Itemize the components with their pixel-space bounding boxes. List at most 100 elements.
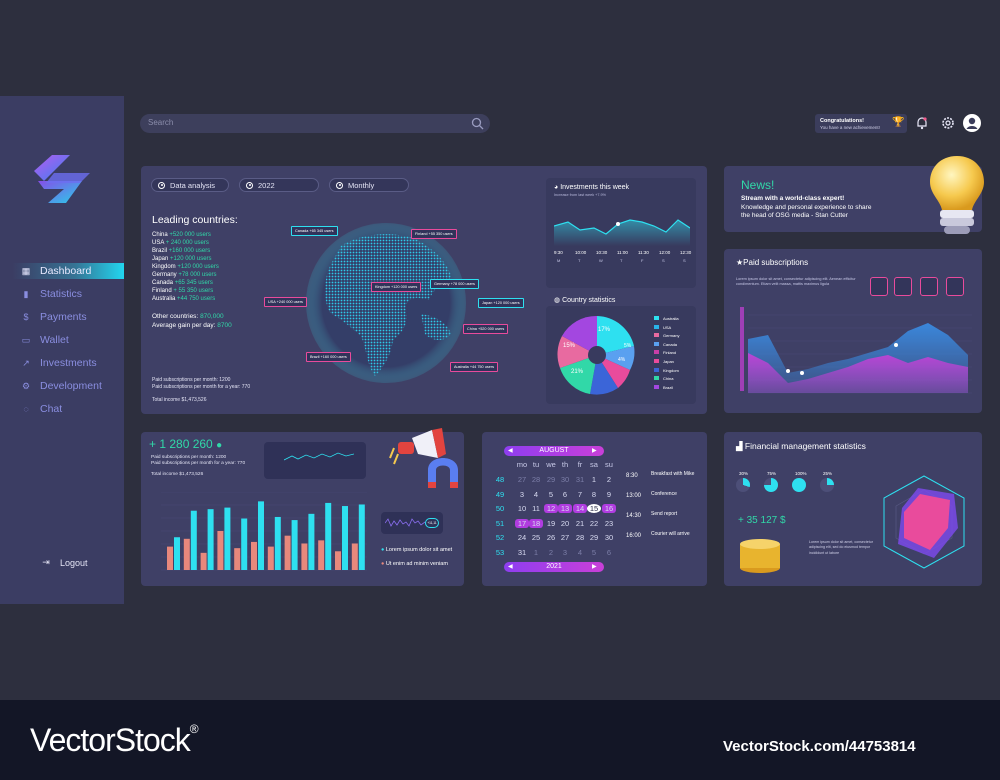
- calendar-day[interactable]: 12: [544, 504, 558, 514]
- calendar-day[interactable]: 6: [602, 548, 616, 557]
- leading-countries-title: Leading countries:: [152, 214, 238, 226]
- nav-development[interactable]: ⚙ Development: [20, 380, 102, 392]
- calendar-day[interactable]: 7: [573, 490, 587, 499]
- user-avatar-icon[interactable]: [963, 114, 981, 132]
- calendar-day[interactable]: 3: [515, 490, 529, 499]
- calendar-day[interactable]: 23: [602, 519, 616, 528]
- calendar-day[interactable]: 2: [602, 475, 616, 484]
- filter-label: Monthly: [348, 180, 375, 190]
- calendar-day[interactable]: 31: [515, 548, 529, 557]
- calendar-day[interactable]: 5: [587, 548, 601, 557]
- nav-investments[interactable]: ↗ Investments: [20, 357, 96, 369]
- calendar-day[interactable]: 22: [587, 519, 601, 528]
- logout-button[interactable]: ⇥ Logout: [40, 557, 88, 568]
- calendar-day[interactable]: 4: [529, 490, 543, 499]
- day-tick: W: [599, 258, 603, 263]
- calendar-day[interactable]: 28: [573, 533, 587, 542]
- nav-statistics[interactable]: ▮ Statistics: [20, 288, 83, 300]
- nav-payments[interactable]: $ Payments: [20, 311, 86, 323]
- calendar-day[interactable]: 18: [529, 518, 543, 528]
- nav-chat[interactable]: ◌ Chat: [20, 403, 62, 415]
- logout-label: Logout: [60, 557, 88, 568]
- calendar-day[interactable]: 25: [529, 533, 543, 542]
- filter-period[interactable]: Monthly: [329, 178, 409, 192]
- nav-wallet[interactable]: ▭ Wallet: [20, 334, 69, 346]
- calendar-day[interactable]: 29: [587, 533, 601, 542]
- stat-chip[interactable]: [946, 277, 964, 296]
- legend-swatch-icon: [654, 324, 659, 329]
- event-title[interactable]: Conference: [651, 491, 677, 497]
- calendar-day[interactable]: 1: [587, 475, 601, 484]
- calendar-day[interactable]: 17: [515, 518, 529, 528]
- time-tick: 10:00: [575, 250, 587, 255]
- globe-country-label: Kingdom +120 000 users: [371, 282, 422, 292]
- calendar-day[interactable]: 3: [558, 548, 572, 557]
- calendar-day[interactable]: 2: [544, 548, 558, 557]
- calendar-day[interactable]: 6: [558, 490, 572, 499]
- legend-dot-icon: ●: [381, 547, 385, 553]
- calendar-day[interactable]: 21: [573, 519, 587, 528]
- bar-series-1: [241, 518, 248, 570]
- calendar-day[interactable]: 20: [558, 519, 572, 528]
- sidebar: [0, 96, 124, 604]
- legend-swatch-icon: [654, 384, 659, 389]
- average-gain: Average gain per day: 8700: [152, 322, 232, 329]
- calendar-day[interactable]: 10: [515, 504, 529, 513]
- stat-chip[interactable]: [920, 277, 938, 296]
- paid-per-month: Paid subscriptions per month: 1200: [152, 377, 231, 383]
- calendar-day[interactable]: 1: [529, 548, 543, 557]
- calendar-day[interactable]: 9: [602, 490, 616, 499]
- legend-swatch-icon: [654, 341, 659, 346]
- calendar-day[interactable]: 19: [544, 519, 558, 528]
- bar-series-2: [301, 543, 308, 570]
- paid-subs-heading: ★Paid subscriptions: [736, 258, 808, 267]
- calendar-day[interactable]: 27: [515, 475, 529, 484]
- calendar-day[interactable]: 5: [544, 490, 558, 499]
- calendar-day[interactable]: 26: [544, 533, 558, 542]
- filter-year[interactable]: 2022: [239, 178, 319, 192]
- calendar-day[interactable]: 29: [544, 475, 558, 484]
- event-title[interactable]: Breakfast with Mike: [651, 471, 694, 477]
- bell-icon[interactable]: [914, 115, 930, 131]
- nav-dashboard[interactable]: ▦ Dashboard: [20, 265, 92, 277]
- calendar-day[interactable]: 15: [587, 504, 601, 514]
- trophy-icon: 🏆: [892, 117, 905, 128]
- stat-chip[interactable]: [894, 277, 912, 296]
- calendar-day[interactable]: 30: [602, 533, 616, 542]
- calendar-day[interactable]: 14: [573, 504, 587, 514]
- bar-series-1: [174, 537, 180, 570]
- country-value: +44 750 users: [177, 296, 216, 302]
- calendar-day[interactable]: 11: [529, 504, 543, 513]
- calendar-day[interactable]: 28: [529, 475, 543, 484]
- settings-gear-icon[interactable]: [940, 115, 956, 131]
- calendar-day[interactable]: 16: [602, 504, 616, 514]
- calendar-day[interactable]: 24: [515, 533, 529, 542]
- legend-label: Kingdom: [663, 367, 679, 373]
- country-name: China: [152, 232, 170, 238]
- calendar-day[interactable]: 8: [587, 490, 601, 499]
- year-selector[interactable]: ◀ 2021 ▶: [504, 562, 604, 572]
- day-tick: S: [662, 258, 665, 263]
- calendar-day[interactable]: 13: [558, 504, 572, 514]
- calendar-day[interactable]: 31: [573, 475, 587, 484]
- day-tick: F: [641, 258, 644, 263]
- calendar-day[interactable]: 27: [558, 533, 572, 542]
- country-value: +120 000 users: [177, 264, 219, 270]
- calendar-day[interactable]: 30: [558, 475, 572, 484]
- total-income: Total income $1,473,526: [152, 397, 207, 403]
- calendar-day[interactable]: 4: [573, 548, 587, 557]
- other-countries-label: Other countries:: [152, 313, 199, 320]
- toast-text: You have a new achievement!: [820, 125, 880, 130]
- stat-chip[interactable]: [870, 277, 888, 296]
- bar-series-1: [207, 509, 214, 570]
- month-selector[interactable]: ◀ AUGUST ▶: [504, 446, 604, 456]
- filter-data-analysis[interactable]: Data analysis: [151, 178, 229, 192]
- next-year-icon[interactable]: ▶: [592, 563, 597, 570]
- search-icon[interactable]: [471, 117, 484, 130]
- achievement-toast[interactable]: Congratulations! You have a new achievem…: [815, 114, 907, 133]
- next-month-icon[interactable]: ▶: [592, 447, 597, 454]
- search-bar[interactable]: Search: [140, 114, 490, 133]
- event-title[interactable]: Courier will arrive: [651, 531, 690, 537]
- nav-label: Wallet: [40, 334, 69, 346]
- event-title[interactable]: Send report: [651, 511, 677, 517]
